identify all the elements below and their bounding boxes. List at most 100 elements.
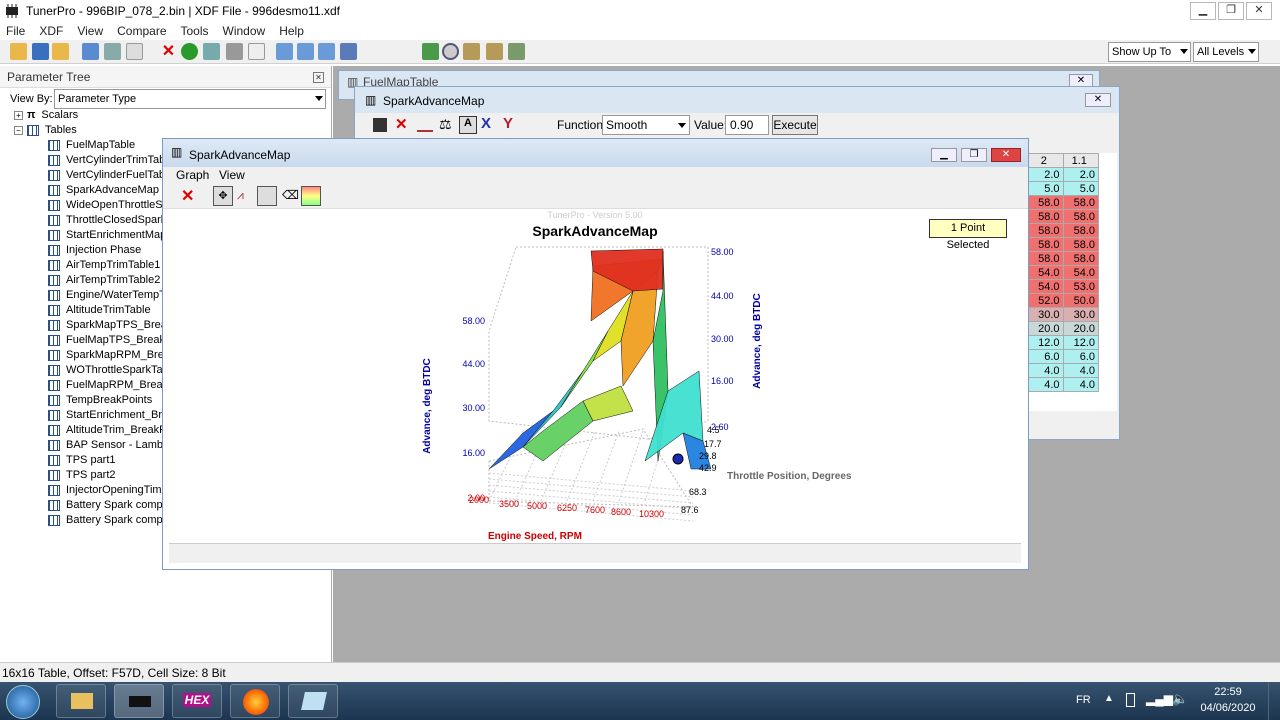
- tree-item-table[interactable]: AirTempTrimTable1: [48, 258, 162, 273]
- balance-icon[interactable]: ⚖: [439, 116, 452, 133]
- restore-button[interactable]: ❐: [1218, 2, 1244, 20]
- grid-cell[interactable]: 58.0: [1062, 195, 1099, 210]
- tree-item-table[interactable]: InjectorOpeningTimeT: [48, 483, 162, 498]
- tree-item-table[interactable]: SparkMapTPS_BreakP: [48, 318, 162, 333]
- menu-view[interactable]: View: [219, 168, 245, 182]
- tools-icon[interactable]: [226, 43, 243, 60]
- grid-cell[interactable]: 58.0: [1062, 223, 1099, 238]
- colors-icon[interactable]: [301, 186, 321, 206]
- save-icon[interactable]: [32, 43, 49, 60]
- grid-col-header[interactable]: 1.1: [1062, 153, 1099, 168]
- text-icon[interactable]: A: [459, 116, 477, 134]
- grid-cell[interactable]: 4.0: [1062, 377, 1099, 392]
- grid-cell[interactable]: 2.0: [1027, 167, 1064, 182]
- menu-xdf[interactable]: XDF: [39, 24, 63, 38]
- execute-button[interactable]: Execute: [772, 115, 818, 135]
- graph-view-icon[interactable]: [297, 43, 314, 60]
- function-select[interactable]: Smooth: [602, 115, 690, 135]
- value-input[interactable]: 0.90: [725, 115, 769, 135]
- balance-icon[interactable]: [486, 43, 503, 60]
- minimize-button[interactable]: ▁: [1190, 2, 1216, 20]
- app-taskbar-icon[interactable]: [288, 684, 338, 718]
- open-folder-icon[interactable]: [10, 43, 27, 60]
- grid-cell[interactable]: 6.0: [1027, 349, 1064, 364]
- new-icon[interactable]: [126, 43, 143, 60]
- tree-item-table[interactable]: FuelMapTPS_BreakPo: [48, 333, 162, 348]
- grid-cell[interactable]: 54.0: [1062, 265, 1099, 280]
- grid-cell[interactable]: 58.0: [1027, 237, 1064, 252]
- tree-item-table[interactable]: TPS part2: [48, 468, 162, 483]
- move-icon[interactable]: ✥: [213, 186, 233, 206]
- spark-advance-surface-chart[interactable]: TunerPro - Version 5.00SparkAdvanceMap2.…: [163, 210, 1028, 542]
- grid-cell[interactable]: 52.0: [1027, 293, 1064, 308]
- grid-cell[interactable]: 58.0: [1027, 251, 1064, 266]
- grid-cell[interactable]: 30.0: [1027, 307, 1064, 322]
- chevron-up-icon[interactable]: ▲: [1104, 693, 1114, 704]
- menu-window[interactable]: Window: [223, 24, 266, 38]
- y-axis-icon[interactable]: Y: [503, 115, 513, 132]
- show-desktop-button[interactable]: [1268, 682, 1280, 720]
- window-view-icon[interactable]: [318, 43, 335, 60]
- menu-view[interactable]: View: [77, 24, 103, 38]
- grid-cell[interactable]: 58.0: [1062, 251, 1099, 266]
- menu-compare[interactable]: Compare: [117, 24, 166, 38]
- edit-icon[interactable]: [203, 43, 220, 60]
- view-by-select[interactable]: Parameter Type: [54, 89, 326, 109]
- close-button[interactable]: ✕: [991, 148, 1021, 162]
- clock-date[interactable]: 04/06/2020: [1198, 702, 1258, 714]
- hex-editor-taskbar-icon[interactable]: HEX: [172, 684, 222, 718]
- network-icon[interactable]: ▂▄▆: [1146, 692, 1173, 706]
- grid-cell[interactable]: 4.0: [1062, 363, 1099, 378]
- firefox-taskbar-icon[interactable]: [230, 684, 280, 718]
- tree-item-table[interactable]: Injection Phase: [48, 243, 162, 258]
- grid-cell[interactable]: 12.0: [1027, 335, 1064, 350]
- tree-item-table[interactable]: StartEnrichment_Brea: [48, 408, 162, 423]
- grid-cell[interactable]: 50.0: [1062, 293, 1099, 308]
- all-levels-select[interactable]: All Levels: [1193, 42, 1259, 62]
- speaker-icon[interactable]: 🔈: [1172, 691, 1188, 707]
- tree-item-table[interactable]: FuelMapRPM_BreakPo: [48, 378, 162, 393]
- tunerpro-taskbar-icon[interactable]: [114, 684, 164, 718]
- grid-cell[interactable]: 53.0: [1062, 279, 1099, 294]
- explorer-taskbar-icon[interactable]: [56, 684, 106, 718]
- delete-icon[interactable]: ✕: [160, 43, 177, 60]
- tree-node-scalars[interactable]: + π Scalars: [14, 108, 78, 123]
- tree-item-table[interactable]: TPS part1: [48, 453, 162, 468]
- grid-col-header[interactable]: 2: [1027, 153, 1064, 168]
- grid-cell[interactable]: 30.0: [1062, 307, 1099, 322]
- tree-item-table[interactable]: SparkAdvanceMap: [48, 183, 162, 198]
- tree-item-table[interactable]: StartEnrichmentMap: [48, 228, 162, 243]
- grid-cell[interactable]: 58.0: [1062, 209, 1099, 224]
- grid-cell[interactable]: 58.0: [1062, 237, 1099, 252]
- grid-cell[interactable]: 54.0: [1027, 265, 1064, 280]
- delete-icon[interactable]: ✕: [395, 115, 408, 133]
- tree-item-table[interactable]: TempBreakPoints: [48, 393, 162, 408]
- menu-file[interactable]: File: [6, 24, 25, 38]
- close-button[interactable]: ✕: [1246, 2, 1272, 20]
- table-view-icon[interactable]: [276, 43, 293, 60]
- language-indicator[interactable]: FR: [1076, 694, 1091, 706]
- monitor-icon[interactable]: [340, 43, 357, 60]
- tree-item-table[interactable]: AltitudeTrim_BreakPo: [48, 423, 162, 438]
- tree-item-table[interactable]: AirTempTrimTable2: [48, 273, 162, 288]
- clock-time[interactable]: 22:59: [1198, 686, 1258, 698]
- menu-graph[interactable]: Graph: [176, 168, 209, 182]
- grid-cell[interactable]: 12.0: [1062, 335, 1099, 350]
- tree-item-table[interactable]: BAP Sensor - Lambda: [48, 438, 162, 453]
- grid-cell[interactable]: 54.0: [1027, 279, 1064, 294]
- grid-cell[interactable]: 4.0: [1027, 377, 1064, 392]
- tree-item-table[interactable]: FuelMapTable: [48, 138, 162, 153]
- graph-line-icon[interactable]: ⩘: [237, 188, 244, 203]
- collapse-icon[interactable]: −: [14, 125, 23, 135]
- grid-cell[interactable]: 5.0: [1027, 181, 1064, 196]
- maximize-button[interactable]: ❐: [961, 148, 987, 162]
- grid-cell[interactable]: 58.0: [1027, 209, 1064, 224]
- chart-icon[interactable]: [257, 186, 277, 206]
- tree-node-tables[interactable]: − Tables: [14, 123, 77, 138]
- binary-icon[interactable]: [422, 43, 439, 60]
- grid-cell[interactable]: 5.0: [1062, 181, 1099, 196]
- delete-icon[interactable]: ✕: [181, 186, 194, 206]
- tree-item-table[interactable]: WOThrottleSparkTabl: [48, 363, 162, 378]
- tree-item-table[interactable]: ThrottleClosedSparkT: [48, 213, 162, 228]
- graph-icon[interactable]: [417, 118, 433, 132]
